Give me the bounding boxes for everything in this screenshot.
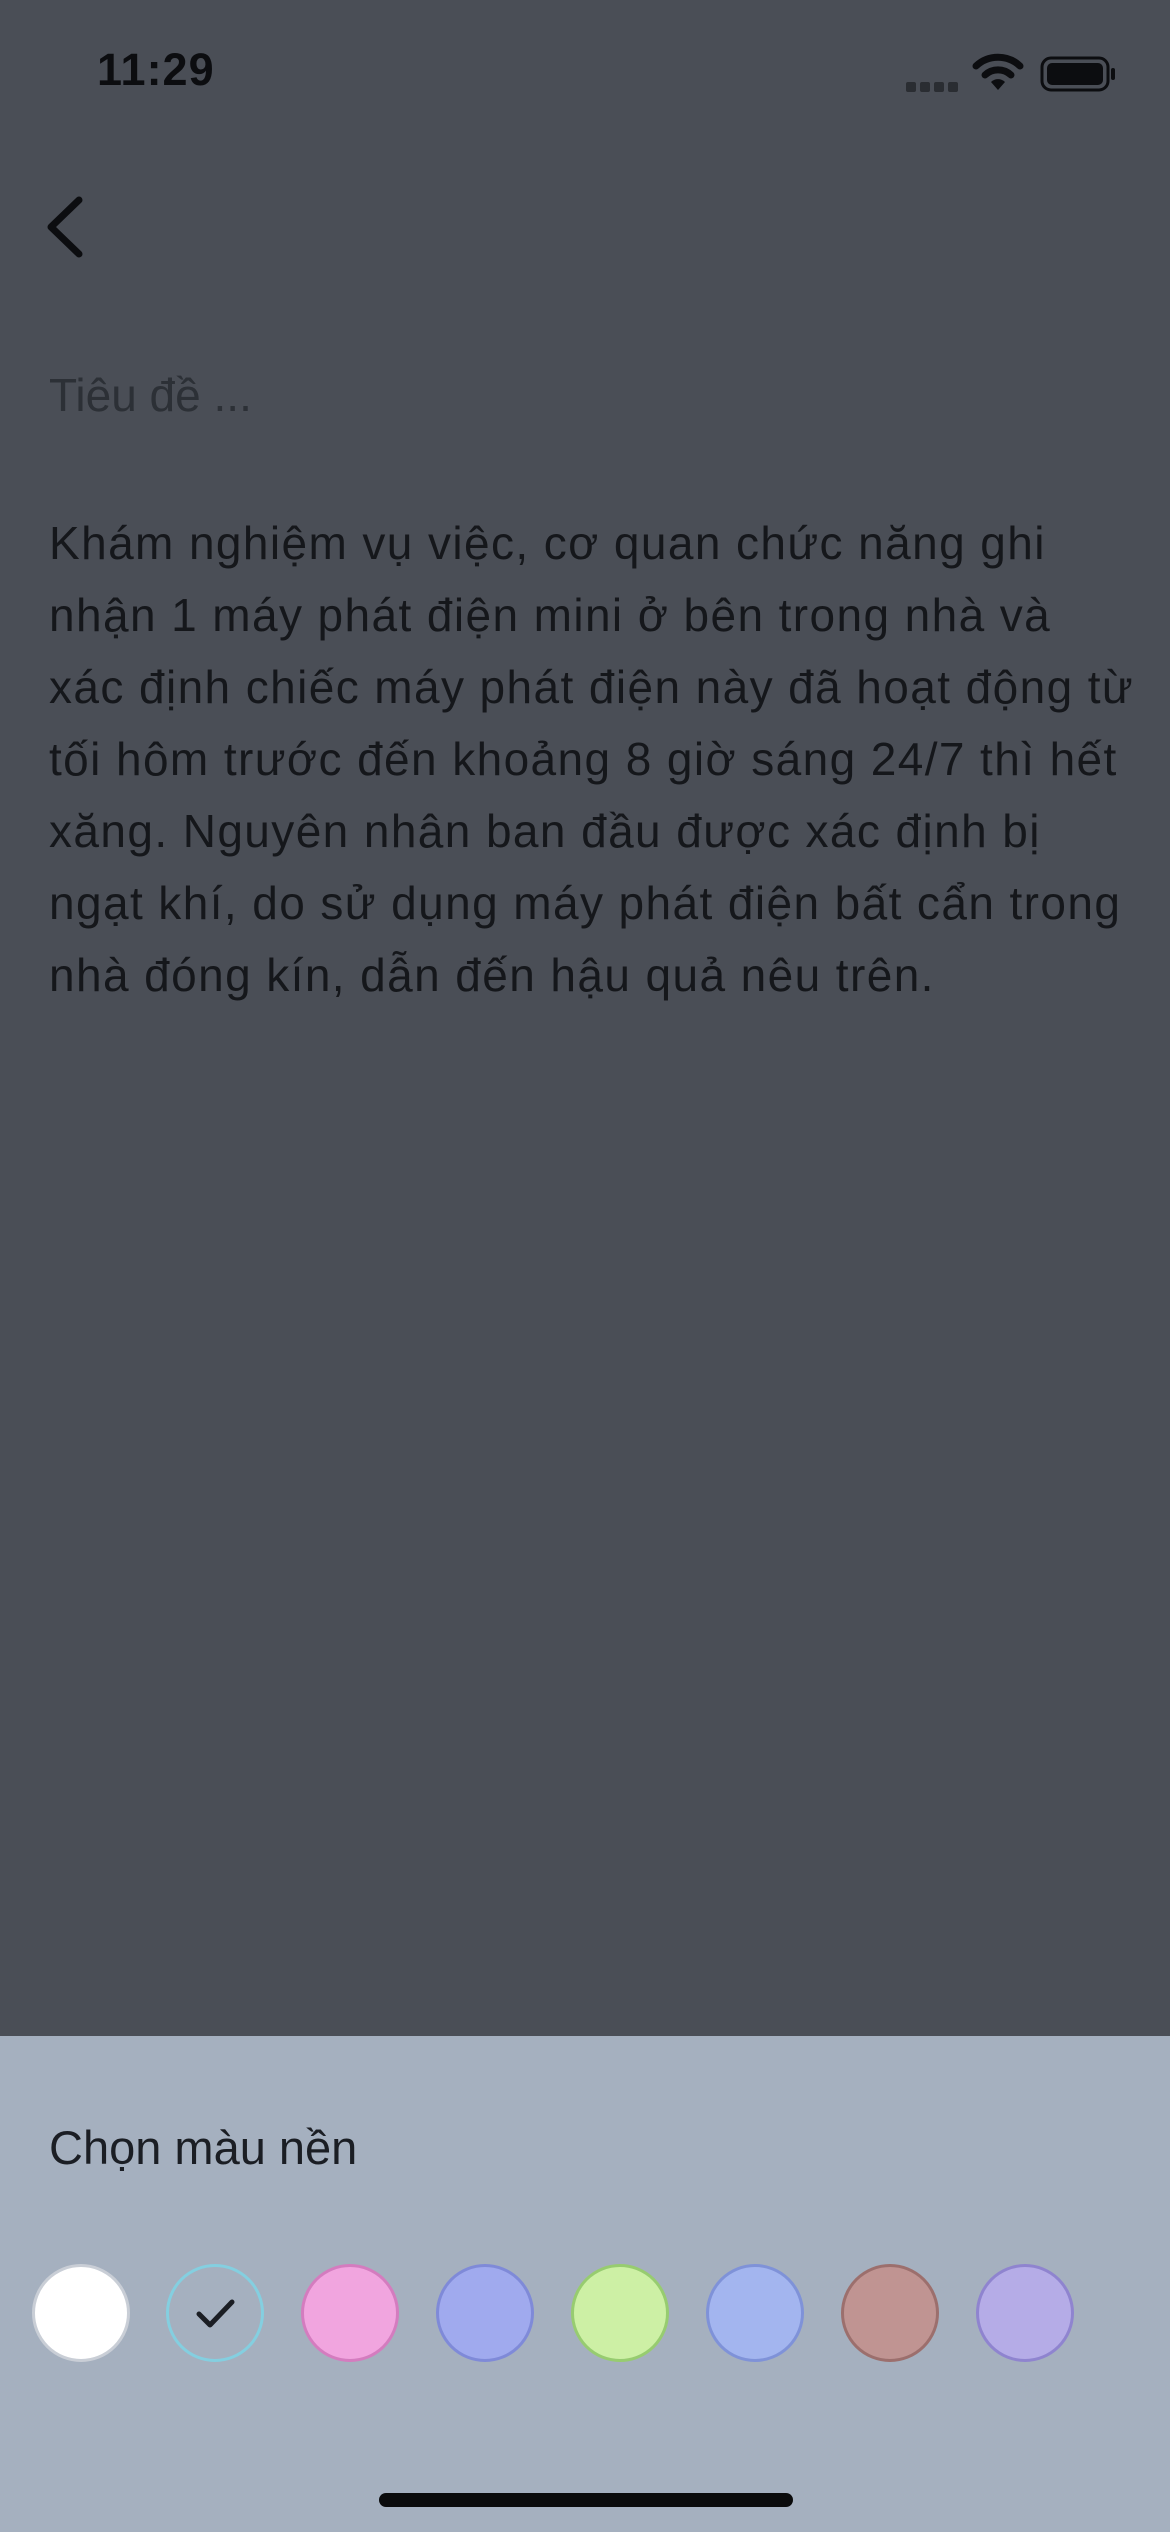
back-button[interactable]: [36, 182, 116, 272]
battery-icon: [1040, 56, 1115, 92]
color-swatch-lime[interactable]: [571, 2264, 669, 2362]
status-time: 11:29: [97, 44, 215, 95]
color-swatch-periwinkle[interactable]: [436, 2264, 534, 2362]
wifi-icon: [972, 53, 1024, 90]
color-swatch-pink[interactable]: [301, 2264, 399, 2362]
home-indicator: [379, 2493, 793, 2507]
checkmark-icon: [196, 2299, 235, 2328]
status-bar: 11:29: [0, 0, 1170, 150]
color-swatch-gray-blue[interactable]: [166, 2264, 264, 2362]
color-swatch-rose-brown[interactable]: [841, 2264, 939, 2362]
color-swatch-list: [0, 2264, 1170, 2374]
chevron-left-icon: [47, 196, 83, 258]
background-color-sheet: Chọn màu nền: [0, 2036, 1170, 2532]
color-swatch-white[interactable]: [32, 2264, 130, 2362]
note-title-input[interactable]: [49, 360, 1119, 430]
sheet-title: Chọn màu nền: [49, 2121, 358, 2174]
signal-icon: [906, 82, 958, 92]
color-swatch-light-blue[interactable]: [706, 2264, 804, 2362]
note-body-text[interactable]: Khám nghiệm vụ việc, cơ quan chức năng g…: [49, 507, 1139, 1011]
color-swatch-lavender[interactable]: [976, 2264, 1074, 2362]
